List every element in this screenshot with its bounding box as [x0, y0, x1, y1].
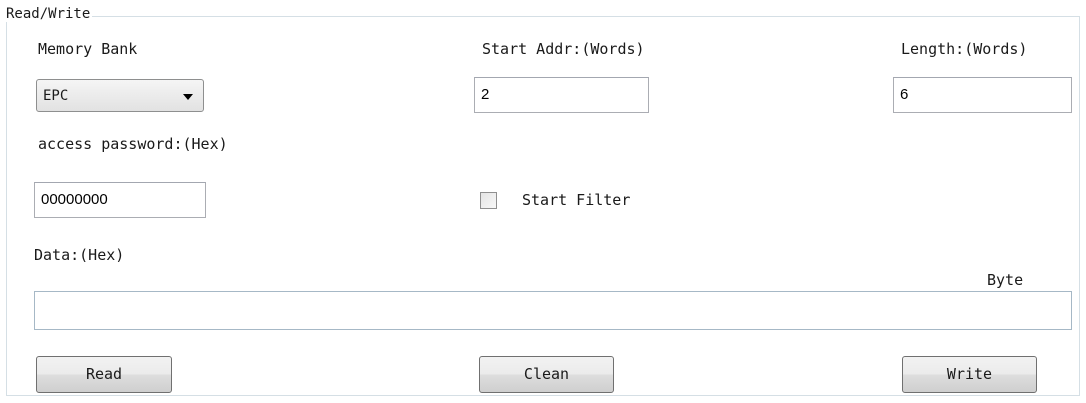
read-write-panel: Read/Write Memory Bank EPC Start Addr:(W… — [0, 0, 1086, 403]
start-addr-label: Start Addr:(Words) — [482, 40, 645, 58]
memory-bank-select[interactable]: EPC — [36, 79, 204, 112]
read-button[interactable]: Read — [36, 356, 172, 393]
length-input[interactable]: 6 — [893, 77, 1072, 113]
data-byte-label: Byte — [987, 271, 1024, 289]
memory-bank-label: Memory Bank — [38, 40, 138, 58]
memory-bank-selected-value: EPC — [43, 88, 69, 104]
length-label: Length:(Words) — [901, 40, 1028, 58]
clean-button[interactable]: Clean — [479, 356, 614, 393]
access-password-input[interactable]: 00000000 — [34, 182, 206, 218]
start-filter-label: Start Filter — [522, 191, 631, 209]
chevron-down-icon[interactable] — [183, 94, 193, 100]
access-password-label: access password:(Hex) — [38, 135, 228, 153]
data-label: Data:(Hex) — [34, 246, 125, 264]
data-input[interactable] — [34, 291, 1072, 330]
start-filter-checkbox[interactable] — [480, 192, 497, 209]
start-addr-input[interactable]: 2 — [474, 77, 649, 113]
write-button[interactable]: Write — [902, 356, 1037, 393]
group-title: Read/Write — [4, 6, 93, 22]
